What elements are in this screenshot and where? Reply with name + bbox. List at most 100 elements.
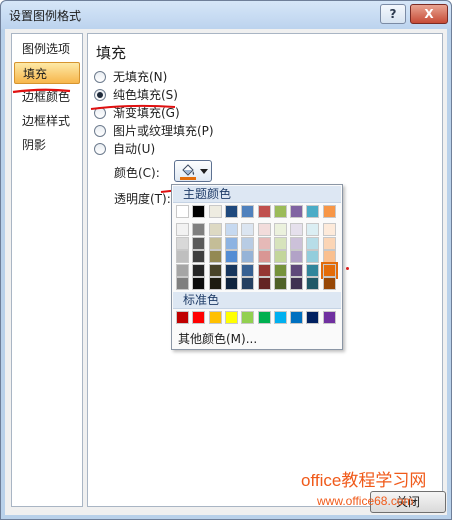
radio-button[interactable]	[94, 71, 106, 83]
radio-no-fill[interactable]: 无填充(N)	[94, 68, 167, 86]
theme-color-swatch[interactable]	[306, 205, 320, 218]
theme-shade-swatch[interactable]	[306, 223, 320, 236]
radio-label: 自动(U)	[113, 142, 156, 156]
dialog-window: 设置图例格式 ? X 图例选项 填充 边框颜色 边框样式 阴影 填充 无填充(N…	[0, 0, 452, 520]
color-palette-dropdown: 主题颜色 标准色 其他颜色(M)...	[171, 184, 343, 350]
nav-item-legend-options[interactable]: 图例选项	[14, 38, 80, 60]
transparency-label: 透明度(T):	[114, 192, 171, 206]
theme-shade-swatch[interactable]	[257, 250, 271, 263]
help-button[interactable]: ?	[380, 4, 406, 24]
theme-color-swatch[interactable]	[208, 205, 222, 218]
theme-shade-swatch[interactable]	[306, 236, 320, 250]
radio-automatic[interactable]: 自动(U)	[94, 140, 155, 158]
radio-button[interactable]	[94, 125, 106, 137]
theme-color-swatch[interactable]	[192, 205, 206, 218]
theme-shade-swatch[interactable]	[322, 277, 336, 290]
theme-shade-swatch[interactable]	[273, 263, 287, 277]
theme-color-swatch[interactable]	[241, 205, 255, 218]
standard-color-swatch[interactable]	[176, 311, 189, 324]
standard-color-swatch[interactable]	[241, 311, 255, 324]
theme-shade-swatch[interactable]	[273, 250, 287, 263]
standard-color-swatch[interactable]	[306, 311, 320, 324]
standard-color-swatch[interactable]	[208, 311, 222, 324]
theme-shade-swatch[interactable]	[192, 277, 206, 290]
theme-shade-swatch[interactable]	[257, 223, 271, 236]
theme-shade-swatch[interactable]	[224, 277, 238, 290]
theme-color-swatch[interactable]	[322, 205, 336, 218]
theme-shade-swatch[interactable]	[241, 250, 255, 263]
theme-shade-swatch[interactable]	[290, 223, 304, 236]
standard-color-swatch[interactable]	[322, 311, 336, 324]
theme-shade-swatch[interactable]	[224, 263, 238, 277]
theme-shade-swatch[interactable]	[176, 263, 189, 277]
theme-color-swatch[interactable]	[176, 205, 189, 218]
nav-item-shadow[interactable]: 阴影	[14, 134, 80, 156]
theme-shade-swatch[interactable]	[208, 223, 222, 236]
theme-color-swatch[interactable]	[257, 205, 271, 218]
more-colors-item[interactable]: 其他颜色(M)...	[178, 331, 257, 347]
theme-shade-swatch[interactable]	[208, 250, 222, 263]
standard-color-swatch[interactable]	[224, 311, 238, 324]
title-bar[interactable]: 设置图例格式 ? X	[1, 1, 451, 29]
theme-shade-swatch[interactable]	[322, 223, 336, 236]
standard-color-swatch[interactable]	[273, 311, 287, 324]
theme-color-swatch[interactable]	[290, 205, 304, 218]
theme-shade-swatch[interactable]	[192, 263, 206, 277]
theme-shade-swatch[interactable]	[241, 236, 255, 250]
theme-shade-swatch[interactable]	[273, 277, 287, 290]
radio-label: 无填充(N)	[113, 70, 168, 84]
standard-color-swatch[interactable]	[257, 311, 271, 324]
theme-shade-swatch[interactable]	[224, 223, 238, 236]
theme-shade-swatch[interactable]	[176, 250, 189, 263]
theme-shade-swatch[interactable]	[208, 236, 222, 250]
panel-title: 填充	[96, 44, 127, 62]
theme-shade-swatch[interactable]	[224, 236, 238, 250]
fill-color-button[interactable]	[174, 160, 212, 182]
theme-shade-swatch[interactable]	[306, 250, 320, 263]
annotation-underline	[90, 104, 176, 110]
theme-shade-swatch[interactable]	[322, 250, 336, 263]
theme-color-swatch[interactable]	[224, 205, 238, 218]
theme-shade-swatch[interactable]	[241, 223, 255, 236]
theme-shade-swatch[interactable]	[273, 236, 287, 250]
standard-color-swatch[interactable]	[192, 311, 206, 324]
theme-shade-swatch[interactable]	[176, 277, 189, 290]
theme-shade-swatch[interactable]	[290, 236, 304, 250]
theme-shade-swatch[interactable]	[192, 223, 206, 236]
theme-shade-swatch[interactable]	[192, 236, 206, 250]
theme-shade-swatch[interactable]	[257, 236, 271, 250]
theme-shade-swatch[interactable]	[208, 277, 222, 290]
radio-button[interactable]	[94, 143, 106, 155]
theme-shade-swatch[interactable]	[322, 236, 336, 250]
theme-shade-swatch[interactable]	[192, 250, 206, 263]
theme-shade-swatch[interactable]	[306, 263, 320, 277]
theme-shade-swatch[interactable]	[290, 277, 304, 290]
theme-shade-swatch[interactable]	[290, 250, 304, 263]
selected-color-swatch	[180, 177, 196, 180]
theme-shade-swatch[interactable]	[273, 223, 287, 236]
radio-label: 图片或纹理填充(P)	[113, 124, 214, 138]
theme-shade-swatch[interactable]	[208, 263, 222, 277]
theme-shade-swatch[interactable]	[306, 277, 320, 290]
watermark-url: www.office68.com	[317, 494, 414, 508]
theme-shade-swatch[interactable]	[241, 277, 255, 290]
standard-color-swatch[interactable]	[290, 311, 304, 324]
theme-shade-swatch[interactable]	[290, 263, 304, 277]
theme-color-swatch[interactable]	[273, 205, 287, 218]
radio-button-checked[interactable]	[94, 89, 106, 101]
radio-solid-fill[interactable]: 纯色填充(S)	[94, 86, 178, 104]
nav-item-fill[interactable]: 填充	[14, 62, 80, 84]
close-window-button[interactable]: X	[410, 4, 448, 24]
watermark-text: office教程学习网	[301, 471, 427, 490]
radio-label: 纯色填充(S)	[113, 88, 178, 102]
theme-shade-swatch[interactable]	[176, 236, 189, 250]
theme-shade-swatch[interactable]	[257, 263, 271, 277]
theme-shade-swatch[interactable]	[224, 250, 238, 263]
paint-bucket-icon	[182, 164, 195, 176]
nav-item-border-style[interactable]: 边框样式	[14, 110, 80, 132]
radio-picture-fill[interactable]: 图片或纹理填充(P)	[94, 122, 214, 140]
theme-shade-swatch[interactable]	[241, 263, 255, 277]
theme-shade-swatch[interactable]	[257, 277, 271, 290]
theme-shade-swatch[interactable]	[320, 261, 338, 279]
theme-shade-swatch[interactable]	[176, 223, 189, 236]
